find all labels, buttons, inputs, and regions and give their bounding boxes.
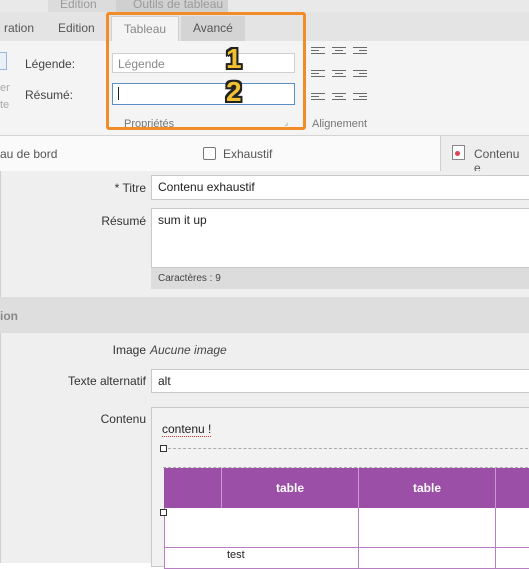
align-top-center-icon[interactable] xyxy=(332,47,348,59)
align-top-left-icon[interactable] xyxy=(311,47,327,59)
step-number-2: 2 xyxy=(226,76,242,107)
title-label: * Titre xyxy=(114,181,146,195)
align-middle-left-icon[interactable] xyxy=(311,70,327,82)
tab-avance[interactable]: Avancé xyxy=(181,16,245,41)
ribbon-fragment-1: er xyxy=(0,82,10,94)
content-label: Contenu xyxy=(100,412,146,426)
table-cell[interactable] xyxy=(164,508,223,548)
table-cell-text: test xyxy=(227,549,245,561)
image-value: Aucune image xyxy=(150,343,227,357)
text-caret xyxy=(118,87,119,100)
content-icon xyxy=(452,145,465,160)
dialog-launcher-icon[interactable]: ⌟ xyxy=(284,117,288,128)
section-header xyxy=(0,297,529,333)
align-top-right-icon[interactable] xyxy=(353,47,369,59)
align-middle-center-icon[interactable] xyxy=(332,70,348,82)
context-label-edition: Edition xyxy=(60,0,97,11)
ribbon-fragment-2: te xyxy=(0,99,10,111)
image-label: Image xyxy=(112,343,146,357)
tab-dashboard[interactable]: au de bord xyxy=(0,147,57,161)
summary-input[interactable] xyxy=(112,83,295,105)
table-header-cell-2[interactable]: table xyxy=(359,468,496,508)
table-header-cell-3[interactable] xyxy=(496,468,529,508)
table-cell[interactable] xyxy=(222,508,359,548)
section-title: ion xyxy=(0,309,18,323)
legend-input[interactable]: Légende xyxy=(112,53,295,73)
insert-icon[interactable] xyxy=(0,52,7,70)
document-icon xyxy=(203,147,216,160)
alt-text-input[interactable]: alt xyxy=(151,369,529,393)
table-cell[interactable] xyxy=(359,548,496,569)
align-middle-right-icon[interactable] xyxy=(353,70,369,82)
left-border xyxy=(0,171,1,563)
resize-handle-left[interactable] xyxy=(160,509,167,516)
table-header-cell-1[interactable]: table xyxy=(222,468,359,508)
align-bottom-left-icon[interactable] xyxy=(311,93,327,105)
summary-textarea[interactable]: sum it up xyxy=(151,208,529,268)
editor-paragraph[interactable]: contenu ! xyxy=(162,422,212,437)
group-label-alignment: Alignement xyxy=(312,118,368,130)
step-number-1: 1 xyxy=(226,43,242,74)
table-cell[interactable] xyxy=(164,548,223,569)
group-label-properties: Propriétés xyxy=(124,118,175,130)
context-label-table-tools: Outils de tableau xyxy=(133,0,224,11)
legend-label: Légende: xyxy=(25,57,76,71)
table-cell[interactable] xyxy=(359,508,496,548)
alt-text-label: Texte alternatif xyxy=(67,374,146,388)
align-bottom-right-icon[interactable] xyxy=(353,93,369,105)
table-header-cell-0[interactable] xyxy=(164,468,222,508)
summary-field-label: Résumé xyxy=(101,214,146,228)
summary-label: Résumé: xyxy=(25,88,74,102)
table-cell[interactable] xyxy=(496,548,529,569)
tab-tableau[interactable]: Tableau xyxy=(111,16,180,42)
resize-handle-top[interactable] xyxy=(160,445,167,452)
char-counter: Caractères : 9 xyxy=(151,268,529,289)
align-bottom-center-icon[interactable] xyxy=(332,93,348,105)
title-input[interactable]: Contenu exhaustif xyxy=(151,175,529,200)
table-cell[interactable] xyxy=(496,508,529,548)
tab-administration[interactable]: ration xyxy=(0,16,46,41)
tab-edition[interactable]: Edition xyxy=(46,16,107,41)
table-resize-guide xyxy=(163,448,529,468)
tab-exhaustif[interactable]: Exhaustif xyxy=(223,147,272,161)
